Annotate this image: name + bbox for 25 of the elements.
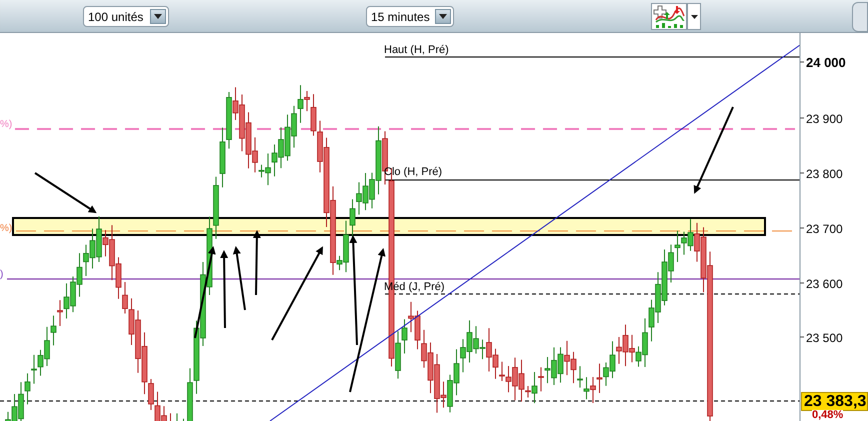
axis-tick-label: 23 700 xyxy=(806,222,843,236)
chart-indicator-icon xyxy=(652,4,686,29)
arrow xyxy=(252,230,261,296)
indicator-button[interactable] xyxy=(651,3,687,30)
caret-icon xyxy=(150,9,166,24)
level-label: ) xyxy=(0,269,4,280)
axis-tick-label: 23 900 xyxy=(806,112,843,126)
caret-icon xyxy=(435,9,451,24)
dropdown-arrow-button[interactable] xyxy=(687,3,701,30)
level-label: %) xyxy=(0,223,12,234)
arrow xyxy=(232,246,246,310)
axis-tick-label: 24 000 xyxy=(806,55,846,70)
axis-tick-label: 23 500 xyxy=(806,331,843,345)
quantity-dropdown[interactable]: 100 unités xyxy=(83,6,169,27)
caret-icon xyxy=(690,14,698,18)
axis-tick-label: 23 800 xyxy=(806,167,843,181)
level-label: Haut (H, Pré) xyxy=(384,44,449,56)
dropdown-value: 100 unités xyxy=(88,8,144,26)
arrow xyxy=(34,172,97,214)
last-price-label: 23 383,3 xyxy=(804,394,866,410)
axis-tick-label: 23 600 xyxy=(806,277,843,291)
dropdown-value: 15 minutes xyxy=(371,8,431,26)
level-label: %) xyxy=(0,119,12,130)
interval-dropdown[interactable]: 15 minutes xyxy=(366,6,454,27)
change-label: 0,48% xyxy=(812,410,844,421)
